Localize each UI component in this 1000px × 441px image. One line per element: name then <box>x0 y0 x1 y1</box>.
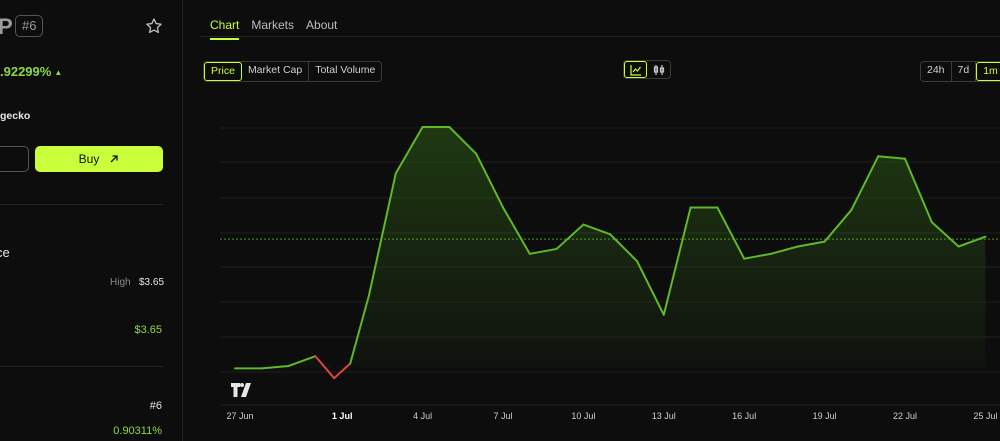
x-tick-label: 10 Jul <box>571 411 596 421</box>
x-tick-label: 4 Jul <box>413 411 433 421</box>
price-change-value: .92299% <box>0 64 52 79</box>
x-tick-label: 13 Jul <box>651 411 676 421</box>
data-source-label: gecko <box>0 110 31 122</box>
rank-value: #6 <box>149 400 162 412</box>
x-tick-label: 25 Jul <box>973 411 998 421</box>
tradingview-logo-icon <box>231 383 251 397</box>
star-icon[interactable] <box>145 17 163 35</box>
price-line-segment <box>333 362 352 380</box>
x-tick-label: 19 Jul <box>812 411 837 421</box>
x-tick-label: 27 Jun <box>226 411 254 421</box>
coin-summary-panel: P #6 .92299%▲ gecko Buy ce High $3.65 $3… <box>0 0 183 441</box>
price-chart[interactable]: 27 Jun 1 Jul 4 Jul 7 Jul 10 Jul 13 Jul 16 Jul 1… <box>200 0 1000 441</box>
x-tick-label: 22 Jul <box>892 411 918 421</box>
divider <box>0 366 163 367</box>
secondary-action-button[interactable] <box>0 146 29 172</box>
price-chart-svg <box>220 126 1000 406</box>
x-tick-label: 1 Jul <box>331 411 353 421</box>
arrow-up-right-icon <box>110 155 118 163</box>
price-value: $3.65 <box>134 324 162 336</box>
buy-button-label: Buy <box>78 152 100 166</box>
high-label: High <box>110 277 131 288</box>
price-area-fill <box>235 127 986 369</box>
coin-symbol: P <box>0 14 13 39</box>
price-change-percent: .92299% ▲ <box>0 64 62 79</box>
divider <box>0 204 163 205</box>
up-arrow-icon: ▲ <box>54 68 63 77</box>
dominance-value: 0.90311% <box>113 425 162 437</box>
buy-button[interactable]: Buy <box>35 146 163 172</box>
high-value: $3.65 <box>139 277 165 288</box>
x-tick-label: 16 Jul <box>732 411 757 421</box>
section-title: ce <box>0 245 10 260</box>
x-tick-label: 7 Jul <box>493 411 513 421</box>
rank-badge: #6 <box>15 15 44 37</box>
